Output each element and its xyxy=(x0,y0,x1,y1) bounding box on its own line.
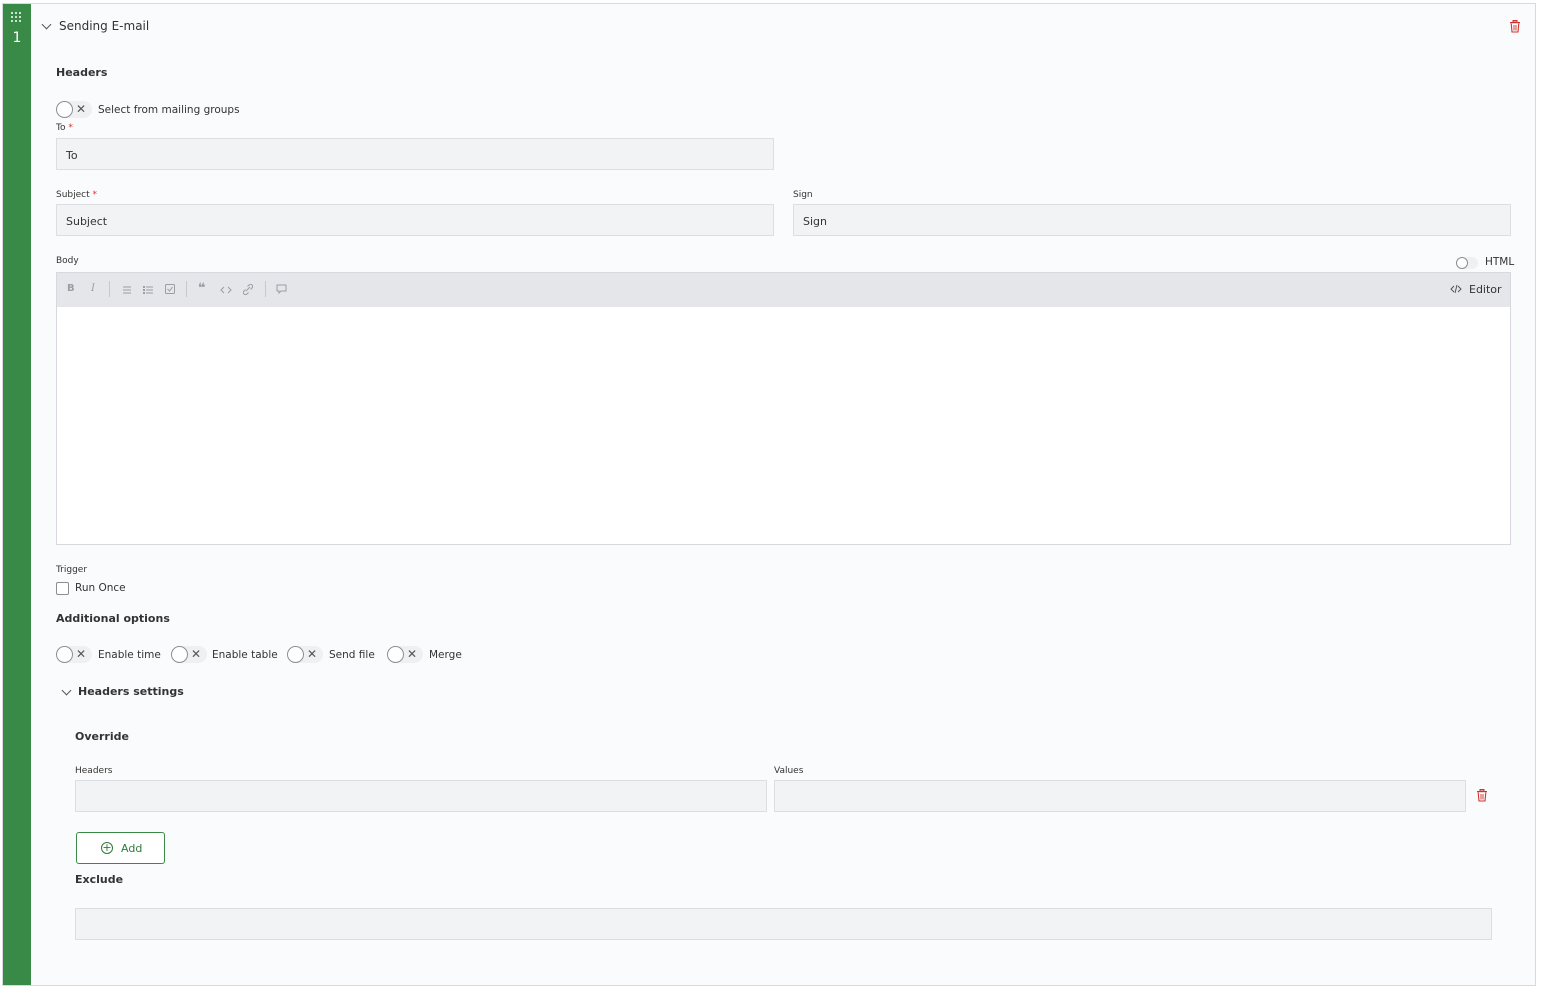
sign-label: Sign xyxy=(793,190,813,200)
toggle-knob xyxy=(387,646,404,663)
body-editor[interactable]: B I ❝ Editor xyxy=(56,272,1511,545)
toggle-knob xyxy=(287,646,304,663)
editor-mode-button[interactable]: Editor xyxy=(1469,283,1502,296)
subject-label: Subject * xyxy=(56,190,98,200)
toggle-knob xyxy=(56,646,73,663)
enable-time-label: Enable time xyxy=(98,649,161,661)
trigger-label: Trigger xyxy=(56,565,88,575)
headers-column-label: Headers xyxy=(75,766,113,776)
html-toggle-label: HTML xyxy=(1485,256,1515,268)
enable-table-toggle[interactable]: ✕ xyxy=(171,646,207,663)
add-button-label: Add xyxy=(121,842,143,855)
step-number: 1 xyxy=(12,30,22,46)
run-once-checkbox[interactable] xyxy=(56,582,69,595)
headers-section-title: Headers xyxy=(56,66,108,79)
override-title: Override xyxy=(75,730,129,743)
headers-settings-chevron-down-icon[interactable] xyxy=(61,685,72,696)
drag-handle-icon[interactable] xyxy=(11,12,23,24)
toggle-off-icon: ✕ xyxy=(307,647,318,661)
checklist-icon[interactable] xyxy=(165,284,175,294)
code-icon xyxy=(1450,284,1462,294)
link-icon[interactable] xyxy=(243,284,253,295)
body-label: Body xyxy=(56,256,79,266)
mailing-groups-toggle[interactable]: ✕ xyxy=(56,101,92,118)
additional-options-title: Additional options xyxy=(56,612,170,625)
to-field[interactable]: To xyxy=(56,138,774,170)
toggle-knob xyxy=(56,101,73,118)
comment-icon[interactable] xyxy=(276,284,287,294)
numbered-list-icon[interactable] xyxy=(143,285,153,295)
enable-table-label: Enable table xyxy=(212,649,278,661)
override-value-input[interactable] xyxy=(774,780,1466,812)
blockquote-icon[interactable]: ❝ xyxy=(198,281,206,296)
values-column-label: Values xyxy=(774,766,804,776)
italic-button[interactable]: I xyxy=(91,283,95,294)
toggle-knob xyxy=(171,646,188,663)
sign-field[interactable]: Sign xyxy=(793,204,1511,236)
html-toggle[interactable] xyxy=(1456,257,1478,269)
toggle-off-icon: ✕ xyxy=(76,102,87,116)
toggle-off-icon: ✕ xyxy=(191,647,202,661)
add-header-button[interactable]: + Add xyxy=(76,832,165,864)
toggle-off-icon: ✕ xyxy=(407,647,418,661)
toggle-off-icon: ✕ xyxy=(76,647,87,661)
delete-step-trash-icon[interactable] xyxy=(1509,20,1521,33)
code-inline-icon[interactable] xyxy=(220,285,232,295)
editor-toolbar: B I ❝ Editor xyxy=(57,273,1510,307)
collapse-chevron-down-icon[interactable] xyxy=(41,19,52,30)
plus-circle-icon: + xyxy=(101,841,113,854)
override-header-input[interactable] xyxy=(75,780,767,812)
toolbar-separator xyxy=(186,281,187,297)
delete-row-trash-icon[interactable] xyxy=(1476,789,1488,802)
step-title: Sending E-mail xyxy=(59,19,150,33)
exclude-title: Exclude xyxy=(75,873,124,886)
toolbar-separator xyxy=(109,281,110,297)
headers-settings-title[interactable]: Headers settings xyxy=(78,685,184,698)
step-card: 1 Sending E-mail Headers ✕ Select from m… xyxy=(2,3,1536,986)
toggle-knob xyxy=(1456,257,1468,269)
send-file-label: Send file xyxy=(329,649,375,661)
exclude-input[interactable] xyxy=(75,908,1492,940)
run-once-label: Run Once xyxy=(75,582,126,594)
toolbar-separator xyxy=(265,281,266,297)
mailing-groups-label: Select from mailing groups xyxy=(98,104,240,116)
bullet-list-icon[interactable] xyxy=(121,285,131,295)
subject-field[interactable]: Subject xyxy=(56,204,774,236)
to-label: To * xyxy=(56,123,73,133)
merge-toggle[interactable]: ✕ xyxy=(387,646,423,663)
enable-time-toggle[interactable]: ✕ xyxy=(56,646,92,663)
step-stripe: 1 xyxy=(3,4,31,985)
send-file-toggle[interactable]: ✕ xyxy=(287,646,323,663)
bold-button[interactable]: B xyxy=(67,283,75,294)
merge-label: Merge xyxy=(429,649,462,661)
